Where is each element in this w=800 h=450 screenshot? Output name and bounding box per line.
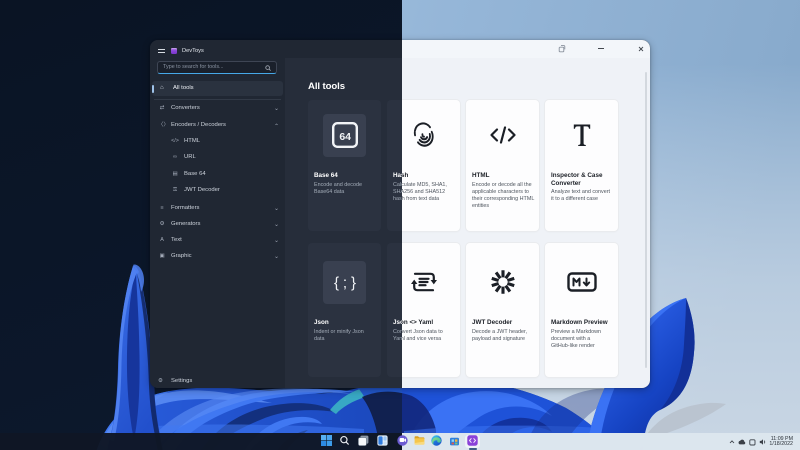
svg-text:64: 64 <box>339 131 351 143</box>
svg-text:{;}: {;} <box>333 275 355 292</box>
